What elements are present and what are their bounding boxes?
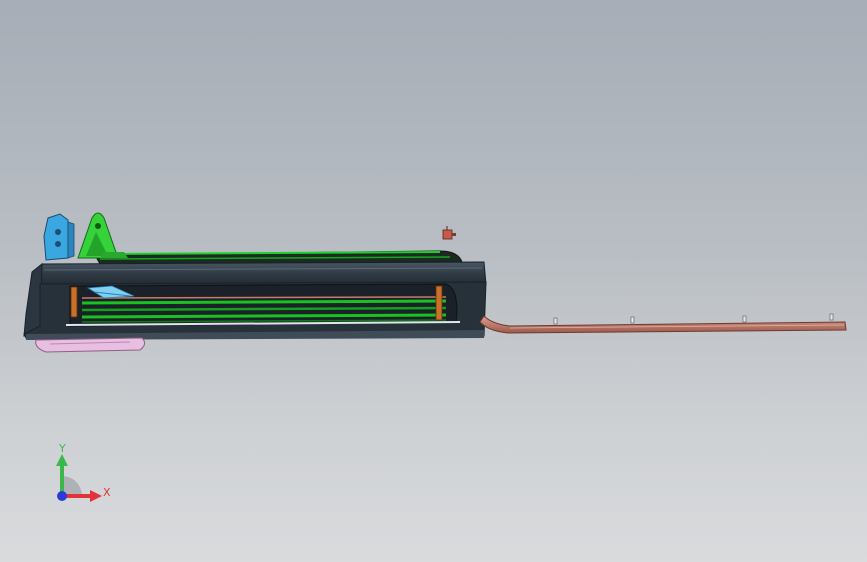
orange-post-left[interactable] [70,286,78,318]
triad-origin-icon [57,491,67,501]
rod-pin-1[interactable] [553,317,558,325]
extension-rod[interactable] [479,315,847,334]
blue-bracket[interactable] [43,213,75,261]
model-assembly[interactable] [0,0,867,562]
orange-post-right[interactable] [435,285,443,321]
fastener-part[interactable] [442,226,456,240]
rod-pin-3[interactable] [742,315,747,323]
cad-viewport[interactable]: Y X [0,0,867,562]
green-bracket[interactable] [77,212,128,259]
triad-y-label: Y [59,442,66,455]
rod-pin-4[interactable] [829,313,834,321]
rod-pin-2[interactable] [630,316,635,324]
triad-y-arrow [56,454,68,466]
triad-x-label: X [103,486,111,499]
orientation-triad[interactable] [40,438,130,518]
triad-x-arrow [90,490,102,502]
pink-bottom-part[interactable] [35,337,146,353]
